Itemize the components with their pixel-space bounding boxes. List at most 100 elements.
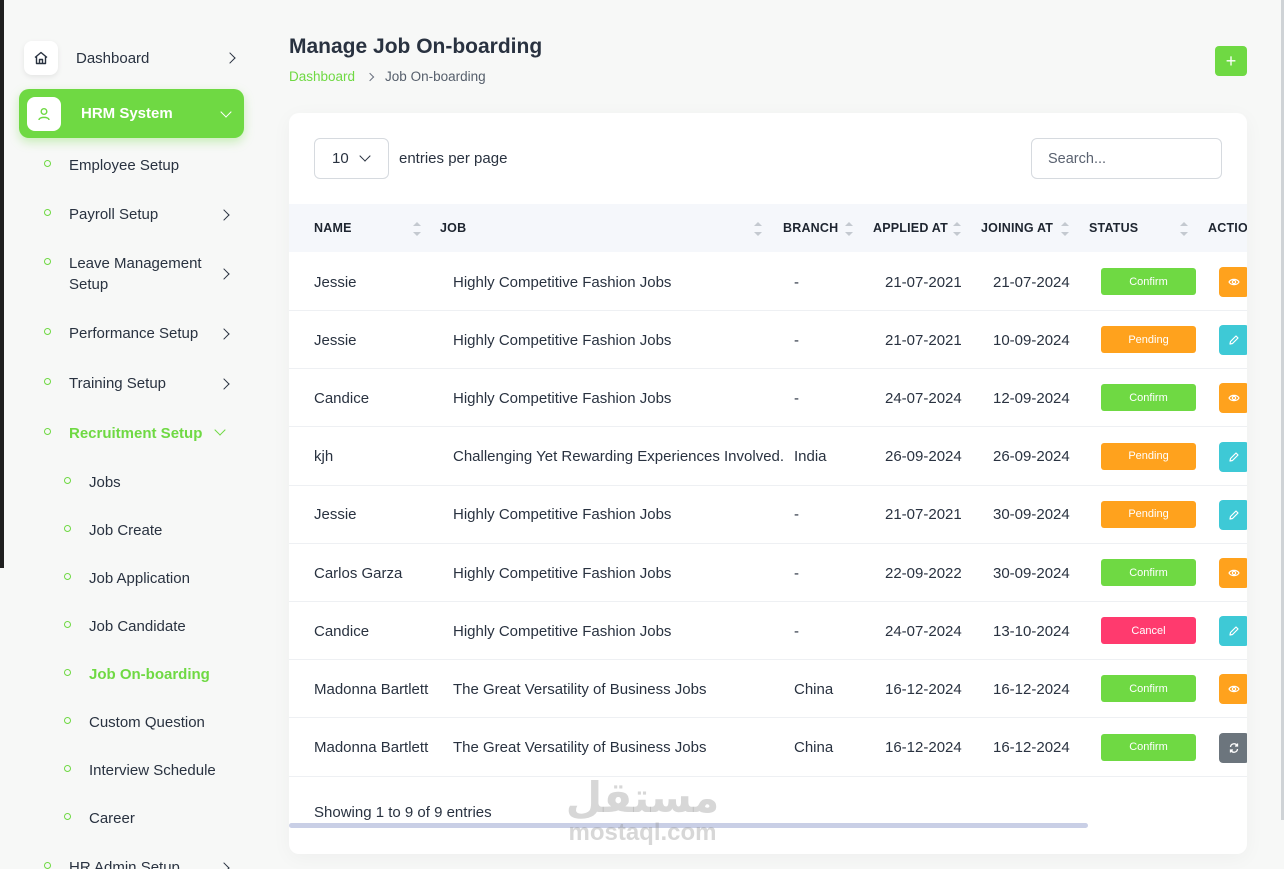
cell-name: Candice <box>314 389 370 407</box>
sidebar-item-job-create[interactable]: Job Create <box>64 520 264 541</box>
cell-job: The Great Versatility of Business Jobs <box>453 680 707 698</box>
action-button[interactable] <box>1219 558 1247 588</box>
sidebar-item-dashboard[interactable]: Dashboard <box>24 38 246 78</box>
sidebar-item-leave-management-setup[interactable]: Leave Management Setup <box>44 253 244 295</box>
column-header-branch[interactable]: BRANCH <box>783 204 838 252</box>
bullet-icon <box>64 717 71 724</box>
column-header-applied-at[interactable]: APPLIED AT <box>873 204 948 252</box>
column-header-name[interactable]: NAME <box>314 204 352 252</box>
action-button[interactable] <box>1219 674 1247 705</box>
sidebar-item-hrm-system[interactable]: HRM System <box>19 89 244 138</box>
sidebar-item-training-setup[interactable]: Training Setup <box>44 373 244 394</box>
sidebar-item-label: Career <box>89 810 135 827</box>
cell-branch: - <box>794 331 799 349</box>
cell-job: Highly Competitive Fashion Jobs <box>453 506 672 524</box>
bullet-icon <box>64 573 71 580</box>
chevron-right-icon <box>218 209 230 221</box>
chevron-right-icon <box>218 268 230 280</box>
bullet-icon <box>44 378 51 385</box>
sidebar-item-label: HR Admin Setup <box>69 859 180 869</box>
mostaql-watermark: مستقل mostaql.com <box>565 775 720 845</box>
action-button[interactable] <box>1219 499 1247 530</box>
bullet-icon <box>44 160 51 167</box>
sort-icon[interactable] <box>413 222 421 236</box>
cell-joining-at: 16-12-2024 <box>993 680 1070 698</box>
sidebar-item-label: Job Candidate <box>89 618 186 635</box>
sidebar: Dashboard HRM System Employee Setup Payr… <box>4 0 260 869</box>
cell-joining-at: 30-09-2024 <box>993 506 1070 524</box>
chevron-right-icon <box>365 72 375 81</box>
cell-job: Highly Competitive Fashion Jobs <box>453 273 672 291</box>
sidebar-item-label: Custom Question <box>89 714 205 731</box>
sort-icon[interactable] <box>754 222 762 236</box>
sort-icon[interactable] <box>845 222 853 236</box>
cell-applied-at: 16-12-2024 <box>885 739 962 757</box>
action-button[interactable] <box>1219 616 1247 647</box>
column-header-status[interactable]: STATUS <box>1089 204 1138 252</box>
cell-joining-at: 12-09-2024 <box>993 389 1070 407</box>
table-row: kjh Challenging Yet Rewarding Experiences… <box>289 428 1247 486</box>
pencil-icon <box>1228 334 1240 346</box>
cell-applied-at: 26-09-2024 <box>885 448 962 466</box>
cell-branch: China <box>794 739 834 757</box>
bullet-icon <box>64 477 71 484</box>
action-button[interactable] <box>1219 267 1247 297</box>
cell-branch: - <box>794 389 799 407</box>
sidebar-item-career[interactable]: Career <box>64 808 264 829</box>
column-header-job[interactable]: JOB <box>440 204 466 252</box>
action-button[interactable] <box>1219 732 1247 763</box>
action-button[interactable] <box>1219 383 1247 414</box>
sidebar-item-job-onboarding[interactable]: Job On-boarding <box>64 664 264 685</box>
cell-applied-at: 24-07-2024 <box>885 622 962 640</box>
sidebar-item-job-application[interactable]: Job Application <box>64 568 264 589</box>
table-row: Jessie Highly Competitive Fashion Jobs - 21… <box>289 311 1247 370</box>
eye-icon <box>1228 276 1240 288</box>
sort-icon[interactable] <box>953 222 961 236</box>
sidebar-item-label: Recruitment Setup <box>69 425 203 442</box>
cell-branch: - <box>794 506 799 524</box>
sidebar-item-recruitment-setup[interactable]: Recruitment Setup <box>44 423 244 444</box>
sidebar-item-hr-admin-setup[interactable]: HR Admin Setup <box>44 857 244 869</box>
status-badge: Pending <box>1101 326 1196 354</box>
sidebar-item-job-candidate[interactable]: Job Candidate <box>64 616 264 637</box>
column-header-joining-at[interactable]: JOINING AT <box>981 204 1053 252</box>
cell-joining-at: 30-09-2024 <box>993 564 1070 582</box>
add-button[interactable]: + <box>1215 46 1247 76</box>
cell-applied-at: 21-07-2021 <box>885 273 962 291</box>
action-button[interactable] <box>1219 325 1247 356</box>
cell-name: Carlos Garza <box>314 564 403 582</box>
breadcrumb-link-dashboard[interactable]: Dashboard <box>289 69 355 84</box>
bullet-icon <box>44 428 51 435</box>
cell-joining-at: 10-09-2024 <box>993 331 1070 349</box>
bullet-icon <box>44 328 51 335</box>
sidebar-item-custom-question[interactable]: Custom Question <box>64 712 264 733</box>
sort-icon[interactable] <box>1061 222 1069 236</box>
chevron-right-icon <box>218 378 230 390</box>
cell-job: Challenging Yet Rewarding Experiences In… <box>453 448 785 466</box>
sort-icon[interactable] <box>1180 222 1188 236</box>
table-row: Jessie Highly Competitive Fashion Jobs - 21… <box>289 253 1247 311</box>
table-row: Candice Highly Competitive Fashion Jobs - 2… <box>289 369 1247 428</box>
cell-applied-at: 21-07-2021 <box>885 331 962 349</box>
sidebar-item-label: Training Setup <box>69 375 167 392</box>
breadcrumb-current: Job On-boarding <box>385 69 486 84</box>
pencil-icon <box>1228 451 1240 463</box>
onboarding-table-card: 10 entries per page NAME JOB BRANCH APPL… <box>289 113 1247 854</box>
sidebar-item-interview-schedule[interactable]: Interview Schedule <box>64 760 264 781</box>
action-button[interactable] <box>1219 441 1247 472</box>
search-input[interactable] <box>1031 138 1222 179</box>
sidebar-item-employee-setup[interactable]: Employee Setup <box>44 155 244 176</box>
bullet-icon <box>44 862 51 869</box>
sidebar-item-performance-setup[interactable]: Performance Setup <box>44 323 244 344</box>
bullet-icon <box>44 258 51 265</box>
home-icon <box>24 41 58 75</box>
table-row: Candice Highly Competitive Fashion Jobs - 2… <box>289 602 1247 661</box>
sidebar-item-label: Dashboard <box>76 49 150 67</box>
entries-per-page-select[interactable]: 10 <box>314 138 389 179</box>
page-title: Manage Job On-boarding <box>289 35 543 58</box>
sidebar-item-payroll-setup[interactable]: Payroll Setup <box>44 204 244 225</box>
sidebar-item-jobs[interactable]: Jobs <box>64 472 264 493</box>
entries-value: 10 <box>332 150 349 167</box>
eye-icon <box>1228 392 1240 404</box>
cell-applied-at: 22-09-2022 <box>885 564 962 582</box>
